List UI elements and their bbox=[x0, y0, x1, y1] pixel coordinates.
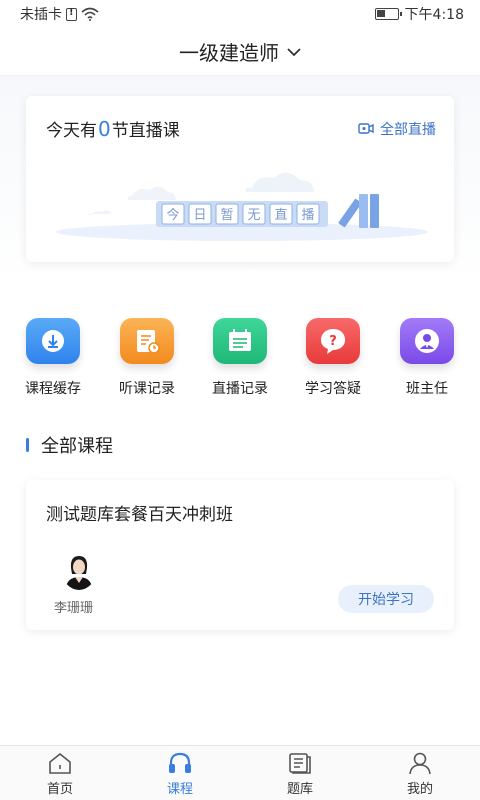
tab-profile[interactable]: 我的 bbox=[360, 746, 480, 800]
quick-action-label: 直播记录 bbox=[212, 381, 268, 397]
quick-actions: 课程缓存 听课记录 直播记录 ? 学习答疑 班主任 bbox=[0, 318, 480, 398]
quick-action-course-cache[interactable]: 课程缓存 bbox=[13, 318, 93, 398]
live-prefix: 今天有 bbox=[46, 121, 97, 141]
question-bank-icon bbox=[289, 753, 311, 774]
quick-action-label: 学习答疑 bbox=[305, 381, 361, 397]
quick-action-qa[interactable]: ? 学习答疑 bbox=[293, 318, 373, 398]
wifi-icon bbox=[81, 7, 99, 21]
teacher-name: 李珊珊 bbox=[54, 601, 94, 616]
tab-question-bank[interactable]: 题库 bbox=[240, 746, 360, 800]
empty-char: 播 bbox=[301, 208, 314, 223]
status-right: 下午4:18 bbox=[374, 4, 464, 24]
bottom-tab-bar: 首页 课程 题库 我的 bbox=[0, 745, 480, 800]
record-icon bbox=[120, 318, 174, 364]
quick-action-label: 课程缓存 bbox=[25, 381, 81, 397]
live-summary: 今天有 0 节直播课 bbox=[46, 116, 180, 141]
all-live-link[interactable]: 全部直播 bbox=[358, 119, 436, 139]
page-title: 一级建造师 bbox=[179, 41, 279, 65]
quick-action-listen-record[interactable]: 听课记录 bbox=[107, 318, 187, 398]
live-card-header: 今天有 0 节直播课 全部直播 bbox=[46, 116, 436, 141]
section-title: 全部课程 bbox=[41, 436, 113, 457]
tab-label: 课程 bbox=[166, 782, 193, 797]
course-card[interactable]: 测试题库套餐百天冲刺班 李珊珊 开始学习 bbox=[26, 480, 454, 630]
empty-char: 暂 bbox=[220, 208, 233, 223]
calendar-icon bbox=[213, 318, 267, 364]
status-bar: 未插卡 下午4:18 bbox=[0, 0, 480, 28]
quick-action-label: 班主任 bbox=[406, 381, 448, 397]
svg-text:?: ? bbox=[329, 334, 337, 349]
exam-selector[interactable]: 一级建造师 bbox=[0, 28, 480, 76]
empty-char: 无 bbox=[247, 208, 260, 223]
quick-action-label: 听课记录 bbox=[119, 381, 175, 397]
tab-home[interactable]: 首页 bbox=[0, 746, 120, 800]
quick-action-head-teacher[interactable]: 班主任 bbox=[387, 318, 467, 398]
teacher-avatar bbox=[62, 552, 96, 590]
video-camera-icon bbox=[358, 123, 374, 134]
empty-char: 今 bbox=[166, 207, 179, 223]
tab-courses[interactable]: 课程 bbox=[120, 746, 240, 800]
books-decoration bbox=[338, 194, 379, 228]
tab-label: 首页 bbox=[46, 782, 73, 797]
headphones-icon bbox=[169, 752, 191, 773]
question-icon: ? bbox=[306, 318, 360, 364]
live-suffix: 节直播课 bbox=[111, 121, 180, 141]
course-title: 测试题库套餐百天冲刺班 bbox=[46, 505, 233, 525]
section-accent-bar bbox=[26, 438, 29, 452]
status-left: 未插卡 bbox=[20, 4, 99, 24]
empty-char: 直 bbox=[274, 208, 287, 223]
download-icon bbox=[26, 318, 80, 364]
tab-label: 题库 bbox=[286, 782, 313, 797]
tab-label: 我的 bbox=[406, 782, 433, 797]
live-course-card: 今天有 0 节直播课 全部直播 今 日 暂 无 直 播 bbox=[26, 96, 454, 262]
battery-icon bbox=[374, 8, 402, 20]
section-header: 全部课程 bbox=[26, 432, 113, 458]
home-icon bbox=[49, 752, 71, 774]
clock-text: 下午4:18 bbox=[404, 7, 464, 23]
teacher-icon bbox=[400, 318, 454, 364]
profile-icon bbox=[409, 752, 431, 775]
all-live-label: 全部直播 bbox=[380, 121, 436, 138]
live-count: 0 bbox=[98, 117, 111, 141]
start-learning-button[interactable]: 开始学习 bbox=[338, 585, 434, 613]
empty-live-illustration: 今 日 暂 无 直 播 bbox=[56, 172, 428, 241]
sim-alert-icon bbox=[66, 7, 77, 21]
quick-action-live-record[interactable]: 直播记录 bbox=[200, 318, 280, 398]
empty-char: 日 bbox=[193, 208, 206, 223]
carrier-text: 未插卡 bbox=[20, 7, 62, 23]
chevron-down-icon bbox=[287, 47, 301, 56]
